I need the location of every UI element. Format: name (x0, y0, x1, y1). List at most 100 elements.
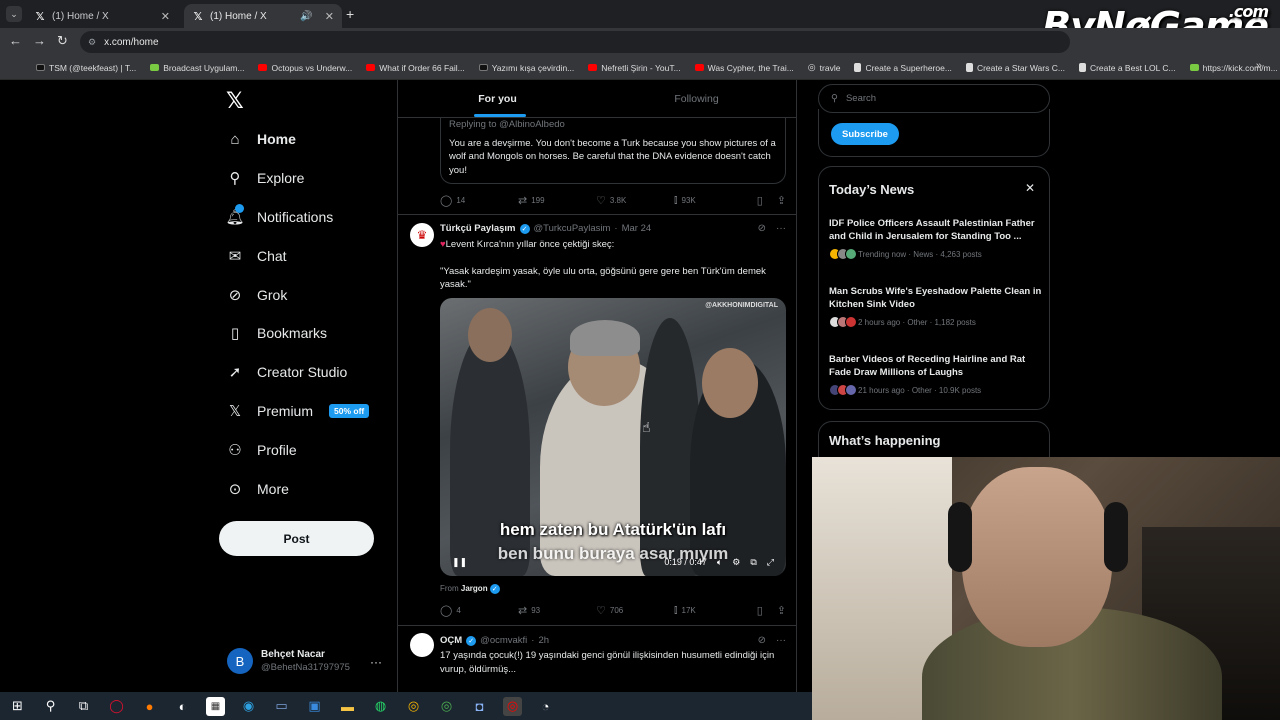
pause-icon[interactable]: ❚❚ (452, 557, 467, 568)
tab-following[interactable]: Following (597, 80, 796, 117)
tab-for-you[interactable]: For you (398, 80, 597, 117)
close-tab-icon[interactable]: ✕ (325, 10, 334, 23)
repost-button[interactable]: ⇄ 199 (518, 194, 596, 207)
fullscreen-icon[interactable]: ⤢ (767, 557, 774, 568)
subscribe-button[interactable]: Subscribe (831, 123, 899, 145)
grok-icon[interactable]: ⊘ (758, 635, 766, 646)
search-icon[interactable]: ⚲ (41, 697, 60, 716)
account-more-icon[interactable]: ··· (370, 655, 382, 669)
back-arrow-icon[interactable]: ← (9, 33, 22, 48)
notification-badge (235, 204, 244, 213)
chrome-icon[interactable]: ◎ (503, 696, 522, 716)
new-tab-button[interactable]: + (346, 6, 354, 22)
bookmark-item[interactable]: ◎ travle (808, 62, 841, 73)
whatsapp-icon[interactable]: ◍ (371, 697, 390, 716)
forward-arrow-icon[interactable]: → (33, 33, 46, 48)
like-button[interactable]: ♡ 3.8K (596, 194, 674, 207)
like-button[interactable]: ♡ 706 (596, 604, 674, 617)
grok-icon[interactable]: ⊘ (758, 223, 766, 234)
bookmark-icon[interactable]: ▯ (757, 604, 763, 617)
video-player[interactable]: @AKKHONIMDIGITAL hem zaten bu Atatürk'ün… (440, 298, 786, 576)
nav-notifications[interactable]: 🔔︎ Notifications (225, 204, 333, 226)
views-button[interactable]: ⫾ 93K (674, 194, 752, 207)
folder-icon[interactable]: ▬ (338, 697, 357, 716)
pip-icon[interactable]: ⧉ (750, 557, 756, 568)
bookmark-item[interactable]: Create a Star Wars C... (965, 62, 1065, 73)
post-button[interactable]: Post (219, 521, 374, 556)
nav-more[interactable]: ⊙ More (227, 481, 289, 498)
tweet-date[interactable]: 2h (538, 635, 549, 646)
bookmark-item[interactable]: Create a Best LOL C... (1078, 63, 1176, 73)
source-name[interactable]: Jargon (461, 584, 488, 593)
quoted-reply[interactable]: Replying to @AlbinoAlbedo You are a devş… (440, 116, 786, 184)
more-icon[interactable]: ··· (776, 635, 786, 646)
bookmark-item[interactable]: Was Cypher, the Trai... (694, 63, 794, 73)
reply-button[interactable]: ◯ 4 (440, 604, 518, 617)
bookmark-item[interactable]: Nefretli Şirin - YouT... (588, 63, 681, 73)
reply-button[interactable]: ◯ 14 (440, 194, 518, 207)
bookmark-item[interactable]: What if Order 66 Fail... (366, 63, 465, 73)
opera-icon[interactable]: ◯ (107, 697, 126, 716)
discord-icon[interactable]: ◘ (470, 697, 489, 716)
nav-grok[interactable]: ⊘ Grok (227, 287, 288, 304)
app-icon[interactable]: ▣ (305, 697, 324, 716)
share-icon[interactable]: ⇪ (777, 194, 786, 207)
repost-button[interactable]: ⇄ 93 (518, 604, 596, 617)
nav-chat[interactable]: ✉ Chat (227, 248, 287, 265)
site-info-icon[interactable]: ⚙ (88, 37, 96, 48)
tweet-date[interactable]: Mar 24 (622, 223, 652, 234)
bookmark-item[interactable]: TSM (@teekfeast) | T... (36, 63, 136, 73)
edge-icon[interactable]: ◉ (239, 697, 258, 716)
chrome-icon[interactable]: ◎ (437, 697, 456, 716)
avatar[interactable]: ♛ (410, 223, 434, 247)
chrome-icon[interactable]: ◎ (404, 697, 423, 716)
author-name[interactable]: OÇM (440, 635, 462, 646)
nav-explore[interactable]: ⚲ Explore (227, 170, 305, 187)
settings-icon[interactable]: ⚙ (732, 557, 740, 568)
address-bar[interactable]: ⚙ x.com/home (80, 31, 1070, 53)
account-switcher[interactable]: B Behçet Nacar @BehetNa31797975 (227, 648, 350, 674)
bookmark-icon[interactable]: ▯ (757, 194, 763, 207)
bookmark-item[interactable]: Create a Superheroe... (854, 63, 952, 73)
author-name[interactable]: Türkçü Paylaşım (440, 223, 516, 234)
store-icon[interactable]: ▦ (206, 696, 225, 716)
bookmark-label: Create a Star Wars C... (976, 62, 1065, 73)
author-handle[interactable]: @TurkcuPaylasim (534, 223, 611, 234)
avatar[interactable] (410, 633, 434, 657)
close-tab-icon[interactable]: ✕ (161, 10, 170, 23)
volume-icon[interactable]: 🔈︎ (717, 557, 722, 568)
bookmarks-overflow-icon[interactable]: » (1256, 60, 1262, 72)
firefox-icon[interactable]: ● (140, 697, 159, 716)
bookmark-item[interactable]: Octopus vs Underw... (258, 63, 352, 73)
nav-creator-studio[interactable]: ➚ Creator Studio (227, 364, 348, 381)
close-icon[interactable]: ✕ (1025, 181, 1035, 195)
browser-tab-active[interactable]: 𝕏 (1) Home / X 🔊 ✕ (184, 4, 342, 28)
app-icon[interactable]: ◔ (536, 697, 555, 716)
share-icon[interactable]: ⇪ (777, 604, 786, 617)
nav-bookmarks[interactable]: ▯ Bookmarks (227, 325, 327, 342)
bookmark-item[interactable]: Broadcast Uygulam... (150, 63, 244, 73)
task-view-icon[interactable]: ⧉ (74, 697, 93, 716)
more-icon[interactable]: ··· (776, 223, 786, 234)
views-button[interactable]: ⫾ 17K (674, 604, 752, 617)
reload-icon[interactable]: ↻ (57, 33, 68, 49)
news-item[interactable]: Man Scrubs Wife's Eyeshadow Palette Clea… (829, 285, 1043, 328)
bookmark-item[interactable]: Yazımı kışa çevirdin... (478, 63, 574, 73)
browser-tab[interactable]: 𝕏 (1) Home / X ✕ (26, 4, 178, 28)
panel-title: Today’s News (829, 182, 915, 197)
nav-premium[interactable]: 𝕏 Premium 50% off (227, 403, 370, 420)
app-icon[interactable]: ◐ (173, 697, 192, 716)
nav-profile[interactable]: ⚇ Profile (227, 442, 296, 459)
app-icon[interactable]: ▭ (272, 697, 291, 716)
windows-start-icon[interactable]: ⊞ (8, 697, 27, 716)
audio-playing-icon[interactable]: 🔊 (300, 11, 312, 22)
x-logo-icon[interactable]: 𝕏 (226, 88, 244, 114)
reply-icon: ◯ (440, 605, 453, 617)
nav-label: Creator Studio (257, 364, 348, 380)
nav-home[interactable]: ⌂ Home (227, 131, 295, 148)
news-item[interactable]: IDF Police Officers Assault Palestinian … (829, 217, 1043, 260)
author-handle[interactable]: @ocmvakfi (480, 635, 527, 646)
bookmark-item[interactable]: https://kick.com/m... (1189, 63, 1278, 73)
tab-search-button[interactable]: ⌄ (6, 6, 22, 22)
news-item[interactable]: Barber Videos of Receding Hairline and R… (829, 353, 1043, 396)
